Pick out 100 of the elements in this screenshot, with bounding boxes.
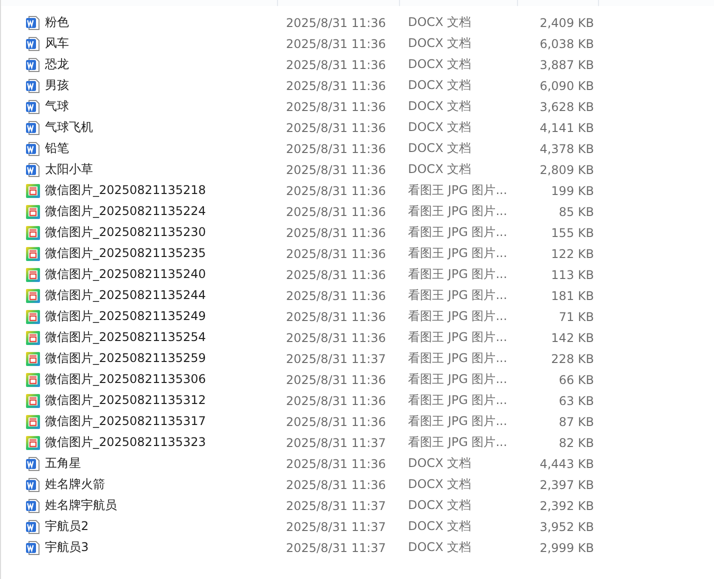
file-name[interactable]: 微信图片_20250821135218 [45, 182, 206, 199]
file-name[interactable]: 姓名牌宇航员 [45, 497, 117, 514]
file-size: 4,378 KB [538, 142, 595, 156]
file-type: DOCX 文档 [407, 119, 472, 136]
file-type: 看图王 JPG 图片... [407, 413, 508, 430]
date-modified: 2025/8/31 11:37 [285, 436, 387, 450]
word-document-icon [25, 56, 41, 72]
date-modified: 2025/8/31 11:36 [285, 456, 387, 470]
file-name[interactable]: 微信图片_20250821135240 [45, 266, 206, 283]
image-file-icon [25, 308, 41, 324]
file-type: DOCX 文档 [407, 518, 472, 535]
date-modified: 2025/8/31 11:36 [285, 162, 387, 176]
word-document-icon [25, 140, 41, 156]
file-name[interactable]: 铅笔 [45, 140, 69, 157]
file-type: 看图王 JPG 图片... [407, 308, 508, 325]
date-modified: 2025/8/31 11:37 [285, 520, 387, 534]
file-type: 看图王 JPG 图片... [407, 266, 508, 283]
date-modified: 2025/8/31 11:37 [285, 540, 387, 554]
file-type: 看图王 JPG 图片... [407, 224, 508, 241]
file-name[interactable]: 粉色 [45, 14, 69, 31]
file-name[interactable]: 微信图片_20250821135323 [45, 434, 206, 451]
file-name[interactable]: 太阳小草 [45, 161, 93, 178]
date-modified: 2025/8/31 11:36 [285, 478, 387, 492]
file-name[interactable]: 宇航员3 [45, 539, 89, 556]
date-modified: 2025/8/31 11:36 [285, 268, 387, 282]
word-document-icon [25, 498, 41, 514]
file-type: DOCX 文档 [407, 35, 472, 52]
file-name[interactable]: 微信图片_20250821135249 [45, 308, 206, 325]
file-size: 3,628 KB [538, 100, 595, 114]
file-name[interactable]: 微信图片_20250821135224 [45, 203, 206, 220]
file-size: 113 KB [550, 268, 595, 282]
date-modified: 2025/8/31 11:36 [285, 184, 387, 198]
date-modified: 2025/8/31 11:36 [285, 414, 387, 428]
file-size: 142 KB [550, 330, 595, 344]
file-size: 4,443 KB [538, 456, 595, 470]
file-type: DOCX 文档 [407, 98, 472, 115]
date-modified: 2025/8/31 11:36 [285, 142, 387, 156]
file-name[interactable]: 气球飞机 [45, 119, 93, 136]
file-size: 4,141 KB [538, 120, 595, 134]
file-size: 2,392 KB [538, 498, 595, 512]
image-file-icon [25, 266, 41, 282]
date-modified: 2025/8/31 11:36 [285, 288, 387, 302]
file-type: DOCX 文档 [407, 539, 472, 556]
word-document-icon [25, 14, 41, 30]
file-size: 228 KB [550, 352, 595, 366]
file-size: 181 KB [550, 288, 595, 302]
file-type: DOCX 文档 [407, 455, 472, 472]
file-name[interactable]: 微信图片_20250821135235 [45, 245, 206, 262]
file-name[interactable]: 风车 [45, 35, 69, 52]
file-name[interactable]: 微信图片_20250821135230 [45, 224, 206, 241]
file-name[interactable]: 姓名牌火箭 [45, 476, 105, 493]
date-modified: 2025/8/31 11:36 [285, 36, 387, 50]
file-name[interactable]: 恐龙 [45, 56, 69, 73]
file-name[interactable]: 微信图片_20250821135259 [45, 350, 206, 367]
image-file-icon [25, 288, 41, 304]
file-size: 63 KB [558, 394, 595, 408]
date-modified: 2025/8/31 11:36 [285, 204, 387, 218]
word-document-icon [25, 456, 41, 472]
image-file-icon [25, 414, 41, 430]
file-type: 看图王 JPG 图片... [407, 203, 508, 220]
file-type: 看图王 JPG 图片... [407, 392, 508, 409]
word-document-icon [25, 78, 41, 94]
image-file-icon [25, 246, 41, 262]
file-size: 66 KB [558, 372, 595, 386]
date-modified: 2025/8/31 11:36 [285, 372, 387, 386]
file-type: DOCX 文档 [407, 476, 472, 493]
file-name[interactable]: 微信图片_20250821135244 [45, 287, 206, 304]
date-modified: 2025/8/31 11:37 [285, 352, 387, 366]
file-name[interactable]: 五角星 [45, 455, 81, 472]
word-document-icon [25, 540, 41, 556]
file-type: DOCX 文档 [407, 14, 472, 31]
file-name[interactable]: 微信图片_20250821135254 [45, 329, 206, 346]
file-type: 看图王 JPG 图片... [407, 350, 508, 367]
file-type: 看图王 JPG 图片... [407, 245, 508, 262]
image-file-icon [25, 392, 41, 408]
image-file-icon [25, 224, 41, 240]
date-modified: 2025/8/31 11:36 [285, 246, 387, 260]
file-size: 3,887 KB [538, 58, 595, 72]
file-name[interactable]: 男孩 [45, 77, 69, 94]
file-size: 2,809 KB [538, 162, 595, 176]
file-size: 199 KB [550, 184, 595, 198]
date-modified: 2025/8/31 11:36 [285, 78, 387, 92]
file-size: 85 KB [558, 204, 595, 218]
file-name[interactable]: 微信图片_20250821135312 [45, 392, 206, 409]
file-type: 看图王 JPG 图片... [407, 182, 508, 199]
file-name[interactable]: 微信图片_20250821135317 [45, 413, 206, 430]
date-modified: 2025/8/31 11:36 [285, 226, 387, 240]
word-document-icon [25, 476, 41, 492]
file-name[interactable]: 微信图片_20250821135306 [45, 371, 206, 388]
file-size: 71 KB [558, 310, 595, 324]
image-file-icon [25, 204, 41, 220]
file-type: DOCX 文档 [407, 161, 472, 178]
file-size: 3,952 KB [538, 520, 595, 534]
file-type: 看图王 JPG 图片... [407, 371, 508, 388]
file-name[interactable]: 气球 [45, 98, 69, 115]
file-name[interactable]: 宇航员2 [45, 518, 89, 535]
image-file-icon [25, 434, 41, 450]
file-type: DOCX 文档 [407, 497, 472, 514]
file-size: 82 KB [558, 436, 595, 450]
file-type: 看图王 JPG 图片... [407, 287, 508, 304]
